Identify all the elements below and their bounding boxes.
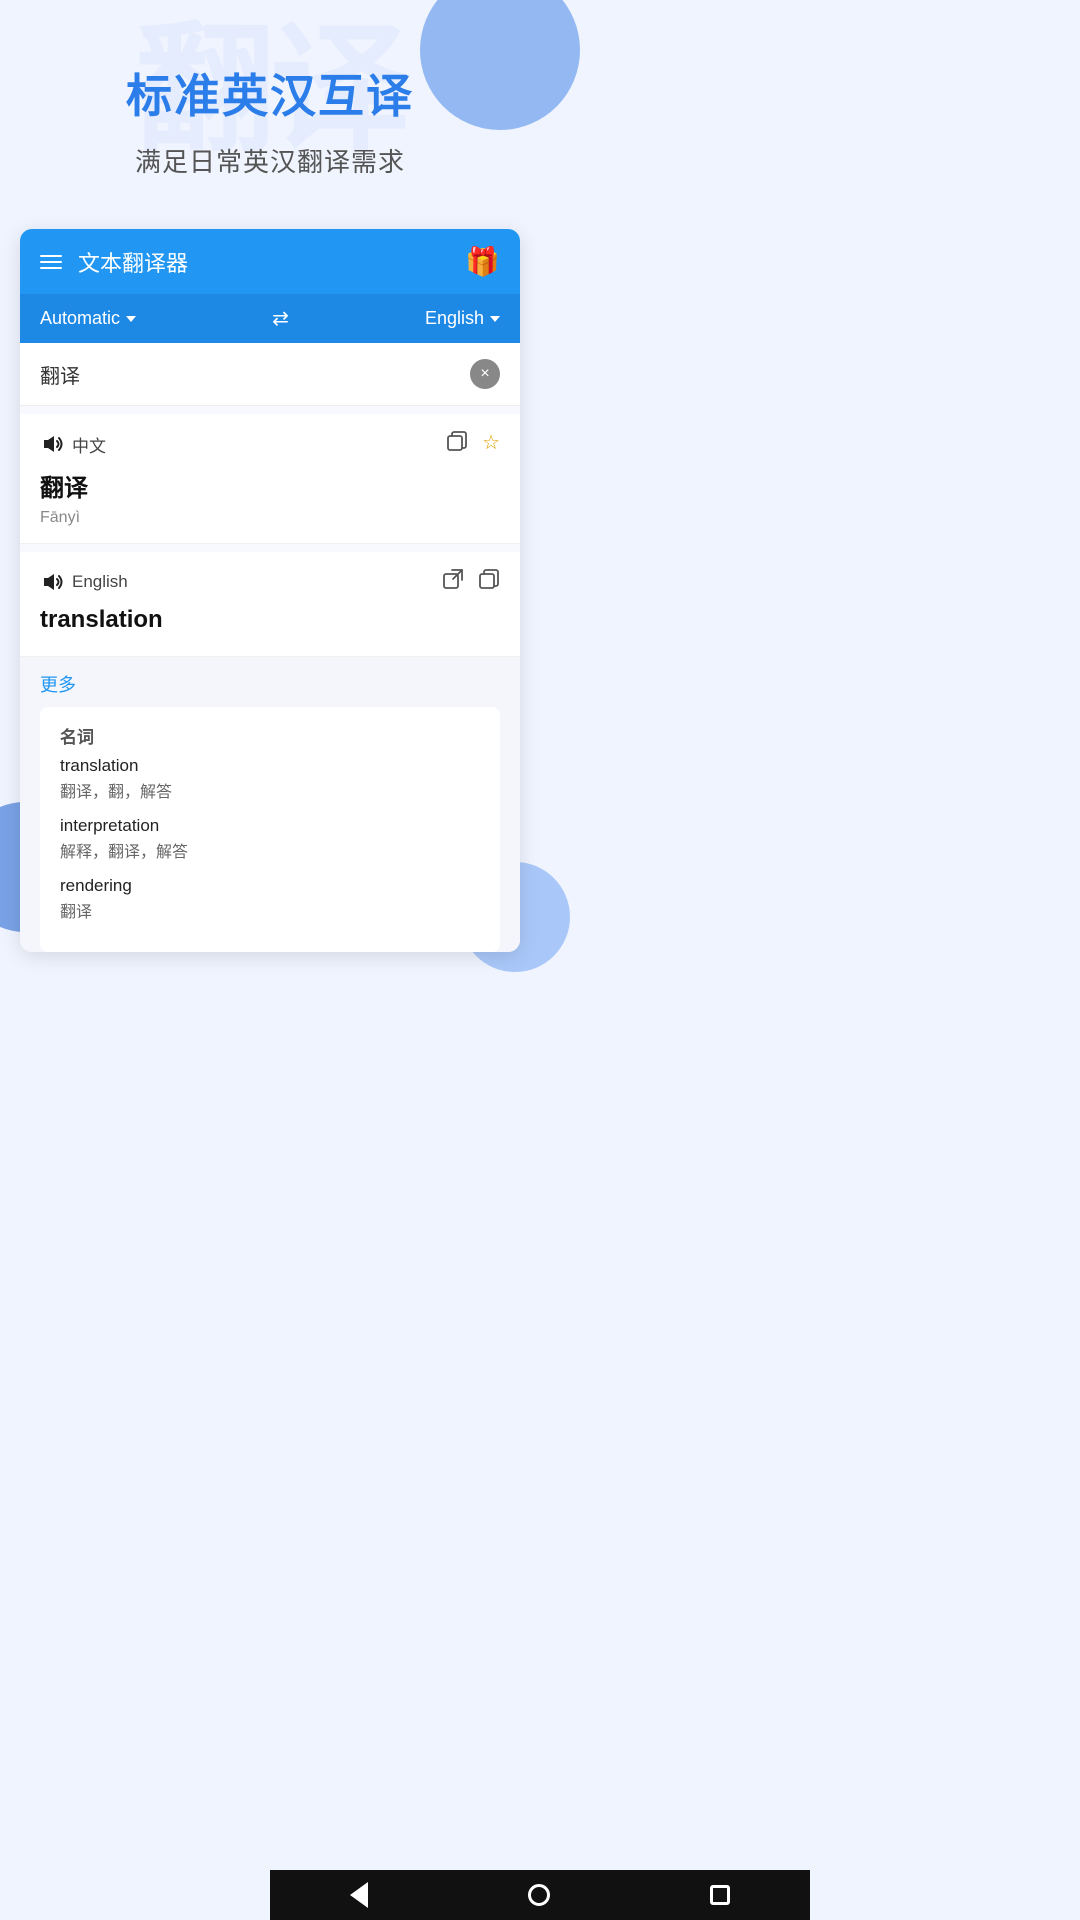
more-label: 更多 bbox=[40, 671, 500, 697]
chinese-star-icon[interactable]: ☆ bbox=[482, 430, 500, 458]
nav-recent-icon bbox=[710, 1885, 730, 1905]
chinese-result-actions: ☆ bbox=[446, 430, 500, 458]
target-lang-label: English bbox=[425, 308, 484, 329]
more-card: 名词 translation 翻译，翻，解答 interpretation 解释… bbox=[40, 707, 500, 952]
source-lang-label: Automatic bbox=[40, 308, 120, 329]
clear-button[interactable]: × bbox=[470, 359, 500, 389]
chinese-copy-icon[interactable] bbox=[446, 430, 468, 458]
chinese-speaker-icon[interactable] bbox=[40, 432, 64, 456]
nav-back-button[interactable] bbox=[350, 1882, 368, 1908]
word-en-0: translation bbox=[60, 756, 480, 776]
word-entry-0: translation 翻译，翻，解答 bbox=[60, 756, 480, 802]
chinese-result-main: 翻译 bbox=[40, 468, 500, 503]
nav-home-icon bbox=[528, 1884, 550, 1906]
language-bar: Automatic ⇄ English bbox=[20, 294, 520, 343]
more-section: 更多 名词 translation 翻译，翻，解答 interpretation… bbox=[20, 657, 520, 952]
app-title: 文本翻译器 bbox=[78, 246, 188, 278]
english-result-actions bbox=[442, 568, 500, 596]
english-copy-icon[interactable] bbox=[478, 568, 500, 596]
app-card: 文本翻译器 🎁 Automatic ⇄ English 翻译 × bbox=[20, 229, 520, 952]
source-lang-button[interactable]: Automatic bbox=[40, 308, 136, 329]
english-result-header: English bbox=[40, 568, 500, 596]
word-type: 名词 bbox=[60, 723, 480, 748]
english-lang-name: English bbox=[72, 572, 128, 592]
word-zh-1: 解释，翻译，解答 bbox=[60, 838, 480, 862]
chinese-lang-label: 中文 bbox=[40, 432, 106, 457]
chinese-result-pinyin: Fānyì bbox=[40, 509, 500, 527]
english-speaker-icon[interactable] bbox=[40, 570, 64, 594]
chinese-result-card: 中文 ☆ 翻译 Fānyì bbox=[20, 414, 520, 544]
chinese-lang-name: 中文 bbox=[72, 432, 106, 457]
app-header-left: 文本翻译器 bbox=[40, 246, 188, 278]
english-lang-label: English bbox=[40, 570, 128, 594]
english-result-main: translation bbox=[40, 606, 500, 634]
source-lang-chevron-icon bbox=[126, 316, 136, 322]
app-header: 文本翻译器 🎁 bbox=[20, 229, 520, 294]
target-lang-chevron-icon bbox=[490, 316, 500, 322]
word-entry-1: interpretation 解释，翻译，解答 bbox=[60, 816, 480, 862]
word-en-1: interpretation bbox=[60, 816, 480, 836]
input-area[interactable]: 翻译 × bbox=[20, 343, 520, 406]
chinese-result-header: 中文 ☆ bbox=[40, 430, 500, 458]
hero-section: 标准英汉互译 满足日常英汉翻译需求 bbox=[0, 0, 540, 209]
word-zh-0: 翻译，翻，解答 bbox=[60, 778, 480, 802]
hero-subtitle: 满足日常英汉翻译需求 bbox=[30, 142, 510, 179]
nav-bar bbox=[270, 1870, 810, 1920]
swap-lang-button[interactable]: ⇄ bbox=[272, 306, 289, 331]
nav-home-button[interactable] bbox=[528, 1884, 550, 1906]
english-result-card: English bbox=[20, 552, 520, 657]
target-lang-button[interactable]: English bbox=[425, 308, 500, 329]
word-en-2: rendering bbox=[60, 876, 480, 896]
hero-title: 标准英汉互译 bbox=[30, 60, 510, 126]
word-entry-2: rendering 翻译 bbox=[60, 876, 480, 922]
english-external-icon[interactable] bbox=[442, 568, 464, 596]
input-text[interactable]: 翻译 bbox=[40, 360, 470, 389]
word-zh-2: 翻译 bbox=[60, 898, 480, 922]
menu-icon[interactable] bbox=[40, 255, 62, 269]
gift-icon[interactable]: 🎁 bbox=[465, 245, 500, 278]
nav-recent-button[interactable] bbox=[710, 1885, 730, 1905]
nav-back-icon bbox=[350, 1882, 368, 1908]
